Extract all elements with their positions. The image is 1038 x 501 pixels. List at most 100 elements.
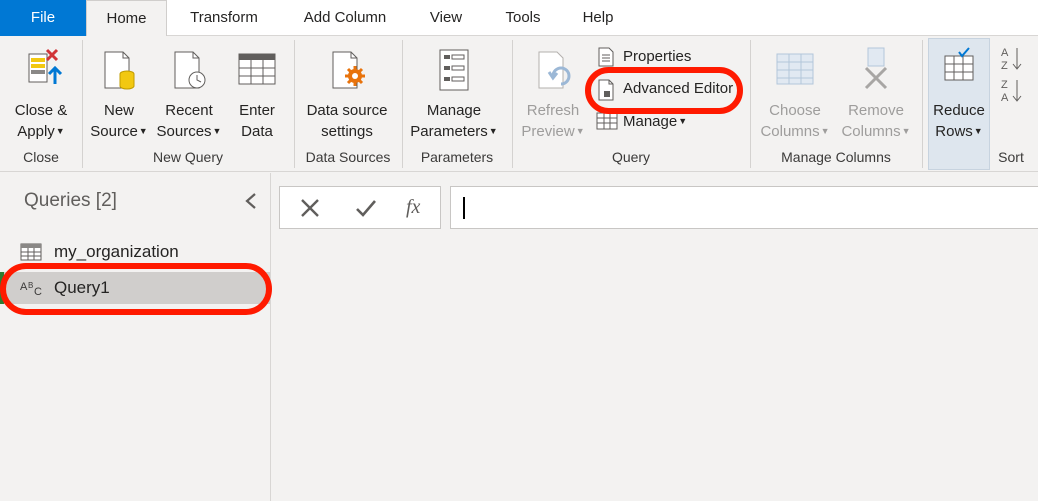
new-source-icon [104, 51, 135, 90]
manage-parameters-icon [439, 49, 469, 91]
chevron-down-icon: ▼ [488, 126, 498, 136]
advanced-editor-icon [598, 79, 614, 101]
formula-bar-buttons: fx [279, 186, 441, 229]
choose-columns-label-1: Choose [769, 102, 821, 119]
query-item-my-organization[interactable]: my_organization [0, 236, 270, 268]
sort-az-icon: A Z [1001, 47, 1022, 72]
group-label-close: Close [23, 149, 59, 165]
recent-sources-icon [174, 51, 206, 89]
chevron-down-icon: ▼ [55, 126, 65, 136]
cancel-formula-icon[interactable] [298, 196, 322, 220]
manage-button[interactable]: Manage▼ [596, 109, 706, 133]
svg-text:A: A [20, 281, 28, 293]
chevron-down-icon: ▼ [212, 126, 222, 136]
data-source-settings-label-1: Data source [306, 102, 388, 119]
choose-columns-button[interactable]: Choose Columns▼ [756, 42, 834, 142]
sort-ascending-button[interactable]: A Z [998, 42, 1026, 74]
svg-text:Z: Z [1001, 60, 1008, 72]
reduce-rows-button[interactable]: Reduce Rows▼ [928, 42, 990, 142]
manage-parameters-label-1: Manage [426, 102, 482, 119]
manage-parameters-label-2: Parameters [410, 123, 488, 140]
enter-data-button[interactable]: Enter Data [230, 42, 284, 142]
ribbon: Close & Apply▼ Close New Source▼ Recent … [0, 36, 1038, 172]
tab-transform[interactable]: Transform [174, 0, 274, 36]
recent-sources-label-2: Sources [156, 123, 212, 140]
sort-za-icon: Z A [1001, 79, 1022, 104]
enter-data-label-2: Data [241, 123, 273, 140]
advanced-editor-button[interactable]: Advanced Editor [596, 77, 746, 101]
fx-icon[interactable]: fx [406, 196, 420, 219]
chevron-down-icon: ▼ [678, 116, 688, 126]
group-label-query: Query [611, 149, 651, 165]
collapse-pane-icon[interactable] [244, 192, 258, 210]
query-item-query1[interactable]: A B C Query1 [0, 272, 270, 304]
text-cursor [463, 197, 465, 219]
tab-help[interactable]: Help [566, 0, 630, 36]
remove-columns-label-2: Columns [841, 123, 901, 140]
tab-home[interactable]: Home [86, 0, 167, 37]
tab-tools[interactable]: Tools [490, 0, 556, 36]
queries-pane-title: Queries [2] [24, 190, 117, 211]
refresh-preview-button[interactable]: Refresh Preview▼ [518, 42, 588, 142]
chevron-down-icon: ▼ [575, 126, 585, 136]
reduce-rows-label-1: Reduce [933, 102, 985, 119]
recent-sources-label-1: Recent [165, 102, 213, 119]
enter-data-label-1: Enter [239, 102, 275, 119]
new-source-button[interactable]: New Source▼ [88, 42, 150, 142]
svg-text:C: C [34, 286, 42, 297]
svg-text:A: A [1001, 92, 1009, 104]
data-source-settings-icon [332, 51, 365, 89]
reduce-rows-icon [944, 47, 974, 81]
tab-add-column[interactable]: Add Column [286, 0, 404, 36]
close-apply-label-2: Apply [17, 123, 55, 140]
close-apply-icon [28, 48, 63, 84]
group-label-new-query: New Query [152, 149, 224, 165]
advanced-editor-label: Advanced Editor [623, 80, 734, 97]
data-source-settings-label-2: settings [321, 123, 373, 140]
properties-icon [598, 47, 614, 67]
svg-text:A: A [1001, 47, 1009, 59]
sort-descending-button[interactable]: Z A [998, 76, 1026, 106]
new-source-label-2: Source [90, 123, 138, 140]
group-divider [922, 40, 923, 168]
query-item-label: my_organization [54, 242, 179, 261]
text-type-icon: A B C [20, 281, 42, 297]
reduce-rows-label-2: Rows [935, 123, 973, 140]
refresh-preview-label-2: Preview [521, 123, 575, 140]
refresh-icon [538, 51, 571, 89]
properties-label: Properties [623, 48, 692, 65]
manage-table-icon [596, 112, 618, 130]
manage-parameters-button[interactable]: Manage Parameters▼ [406, 42, 502, 142]
formula-input[interactable] [450, 186, 1038, 229]
choose-columns-label-2: Columns [760, 123, 820, 140]
svg-text:Z: Z [1001, 79, 1008, 91]
group-label-data-sources: Data Sources [305, 149, 391, 165]
enter-data-icon [238, 53, 276, 85]
new-source-label-1: New [103, 102, 134, 119]
chevron-down-icon: ▼ [820, 126, 830, 136]
data-source-settings-button[interactable]: Data source settings [302, 42, 392, 142]
manage-label: Manage [623, 113, 678, 130]
queries-pane: Queries [2] my_organization A B C Query1 [0, 173, 271, 501]
group-label-parameters: Parameters [420, 149, 494, 165]
close-apply-label-1: Close & [14, 102, 68, 119]
remove-columns-icon [864, 47, 888, 90]
properties-button[interactable]: Properties [596, 45, 716, 69]
query-item-label: Query1 [54, 278, 110, 297]
group-label-manage-columns: Manage Columns [781, 149, 891, 165]
group-label-sort: Sort [998, 149, 1024, 165]
remove-columns-button[interactable]: Remove Columns▼ [836, 42, 916, 142]
chevron-down-icon: ▼ [973, 126, 983, 136]
ribbon-tab-bar: File Home Transform Add Column View Tool… [0, 0, 1038, 37]
chevron-down-icon: ▼ [901, 126, 911, 136]
remove-columns-label-1: Remove [848, 102, 904, 119]
close-apply-button[interactable]: Close & Apply▼ [8, 42, 74, 142]
chevron-down-icon: ▼ [138, 126, 148, 136]
choose-columns-icon [776, 53, 814, 85]
table-icon [20, 243, 42, 261]
refresh-preview-label-1: Refresh [526, 102, 580, 119]
recent-sources-button[interactable]: Recent Sources▼ [154, 42, 224, 142]
tab-file[interactable]: File [0, 0, 86, 36]
tab-view[interactable]: View [414, 0, 478, 36]
commit-formula-icon[interactable] [354, 196, 378, 220]
